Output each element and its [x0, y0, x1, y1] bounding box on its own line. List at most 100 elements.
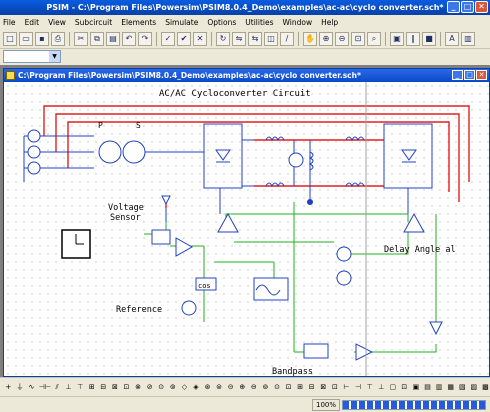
element-tool-icon[interactable]: ⊞ — [87, 382, 96, 393]
element-tool-icon[interactable]: ⊘ — [145, 382, 154, 393]
element-tool-icon[interactable]: ⊢ — [342, 382, 351, 393]
element-tool-icon[interactable]: + — [4, 382, 13, 393]
reference-label: Reference — [116, 305, 162, 315]
flip-icon[interactable]: ⇋ — [232, 31, 246, 46]
text-icon[interactable]: A — [445, 31, 459, 46]
element-tool-icon[interactable]: ⊣⊢ — [39, 382, 51, 393]
mirror-icon[interactable]: ⇆ — [248, 31, 262, 46]
element-tool-icon[interactable]: ⊣ — [354, 382, 363, 393]
menu-edit[interactable]: Edit — [25, 18, 40, 27]
element-tool-icon[interactable]: ◈ — [192, 382, 201, 393]
save-icon[interactable]: ▪ — [35, 31, 49, 46]
menu-help[interactable]: Help — [321, 18, 338, 27]
pause-icon[interactable]: ∥ — [406, 31, 420, 46]
voltage-sensor-label-2: Sensor — [110, 213, 141, 223]
run-icon[interactable]: ✔ — [177, 31, 191, 46]
menu-subcircuit[interactable]: Subcircuit — [75, 18, 112, 27]
menu-file[interactable]: File — [3, 18, 16, 27]
element-tool-icon[interactable]: ▦ — [446, 382, 455, 393]
cos-block-label: cos — [198, 282, 211, 290]
cancel-icon[interactable]: ✕ — [193, 31, 207, 46]
element-tool-icon[interactable]: ▧ — [458, 382, 467, 393]
element-tool-icon[interactable]: ▢ — [389, 382, 398, 393]
element-tool-icon[interactable]: ⊝ — [226, 382, 235, 393]
maximize-button[interactable]: □ — [461, 1, 474, 13]
element-tool-icon[interactable]: ⊖ — [250, 382, 259, 393]
element-tool-icon[interactable]: ▤ — [423, 382, 432, 393]
element-tool-icon[interactable]: ⊥ — [377, 382, 386, 393]
undo-icon[interactable]: ↶ — [122, 31, 136, 46]
check-icon[interactable]: ✓ — [161, 31, 175, 46]
element-tool-icon[interactable]: ⊤ — [365, 382, 374, 393]
menu-simulate[interactable]: Simulate — [165, 18, 198, 27]
menu-view[interactable]: View — [48, 18, 66, 27]
sensor-icon — [161, 195, 171, 206]
fit-icon[interactable]: ⊡ — [351, 31, 365, 46]
menu-window[interactable]: Window — [283, 18, 313, 27]
element-combo[interactable]: ▼ — [3, 50, 61, 63]
element-tool-icon[interactable]: ⊚ — [169, 382, 178, 393]
minimize-button[interactable]: _ — [447, 1, 460, 13]
element-tool-icon[interactable]: ⊠ — [319, 382, 328, 393]
element-tool-icon[interactable]: ⊗ — [134, 382, 143, 393]
child-minimize-button[interactable]: _ — [452, 70, 463, 80]
rotate-icon[interactable]: ↻ — [216, 31, 230, 46]
element-tool-icon[interactable]: ⏚ — [16, 382, 25, 393]
element-tool-icon[interactable]: ⊟ — [307, 382, 316, 393]
bandpass-label: Bandpass — [272, 367, 313, 376]
element-tool-icon[interactable]: ⊚ — [261, 382, 270, 393]
hand-icon[interactable]: ✋ — [303, 31, 317, 46]
primary-label: P — [98, 121, 103, 130]
simview-icon[interactable]: ▣ — [390, 31, 404, 46]
redo-icon[interactable]: ↷ — [138, 31, 152, 46]
element-tool-icon[interactable]: ⊡ — [331, 382, 340, 393]
child-window-controls: _ □ ✕ — [452, 70, 487, 80]
element-tool-icon[interactable]: ▩ — [481, 382, 490, 393]
element-tool-icon[interactable]: ▨ — [470, 382, 479, 393]
element-tool-icon[interactable]: ⊠ — [111, 382, 120, 393]
element-tool-icon[interactable]: ⊥ — [64, 382, 73, 393]
new-icon[interactable]: □ — [3, 31, 17, 46]
thyristor-bridges — [215, 149, 417, 163]
element-tool-icon[interactable]: ◇ — [180, 382, 189, 393]
element-tool-icon[interactable]: ∿ — [27, 382, 36, 393]
menu-utilities[interactable]: Utilities — [245, 18, 273, 27]
print-icon[interactable]: ⎙ — [51, 31, 65, 46]
element-tool-icon[interactable]: ⊡ — [284, 382, 293, 393]
element-tool-icon[interactable]: ⊙ — [273, 382, 282, 393]
child-close-button[interactable]: ✕ — [476, 70, 487, 80]
element-tool-icon[interactable]: ⊕ — [238, 382, 247, 393]
menu-options[interactable]: Options — [207, 18, 236, 27]
copy-icon[interactable]: ⧉ — [90, 31, 104, 46]
wire-icon[interactable]: / — [280, 31, 294, 46]
psim-app: PSIM - C:\Program Files\Powersim\PSIM8.0… — [0, 0, 490, 412]
menu-elements[interactable]: Elements — [121, 18, 156, 27]
element-tool-icon[interactable]: ▣ — [412, 382, 421, 393]
stop-icon[interactable]: ■ — [422, 31, 436, 46]
delay-angle-label: Delay Angle al — [384, 245, 456, 255]
zoom-in-icon[interactable]: ⊕ — [319, 31, 333, 46]
mdi-area: C:\Program Files\Powersim\PSIM8.0.4_Demo… — [0, 65, 490, 377]
element-tool-icon[interactable]: ⊙ — [157, 382, 166, 393]
element-tool-icon[interactable]: ⊟ — [99, 382, 108, 393]
zoom-select-icon[interactable]: ⌕ — [367, 31, 381, 46]
zoom-out-icon[interactable]: ⊖ — [335, 31, 349, 46]
element-tool-icon[interactable]: ▥ — [435, 382, 444, 393]
child-maximize-button[interactable]: □ — [464, 70, 475, 80]
paste-icon[interactable]: ▤ — [106, 31, 120, 46]
open-icon[interactable]: ▭ — [19, 31, 33, 46]
element-tool-icon[interactable]: ⊡ — [122, 382, 131, 393]
chevron-down-icon[interactable]: ▼ — [49, 51, 60, 62]
element-tool-icon[interactable]: ⊞ — [296, 382, 305, 393]
cut-icon[interactable]: ✂ — [74, 31, 88, 46]
label-icon[interactable]: ◫ — [264, 31, 278, 46]
voltmeter-icon — [288, 152, 304, 168]
element-tool-icon[interactable]: ⫽ — [53, 382, 62, 393]
element-icon[interactable]: ▥ — [461, 31, 475, 46]
element-tool-icon[interactable]: ⊜ — [215, 382, 224, 393]
element-tool-icon[interactable]: ⊤ — [76, 382, 85, 393]
close-button[interactable]: ✕ — [475, 1, 488, 13]
element-tool-icon[interactable]: ⊡ — [400, 382, 409, 393]
element-tool-icon[interactable]: ⊛ — [203, 382, 212, 393]
schematic-canvas[interactable]: AC/AC Cycloconverter Circuit P S Voltage… — [4, 82, 489, 376]
